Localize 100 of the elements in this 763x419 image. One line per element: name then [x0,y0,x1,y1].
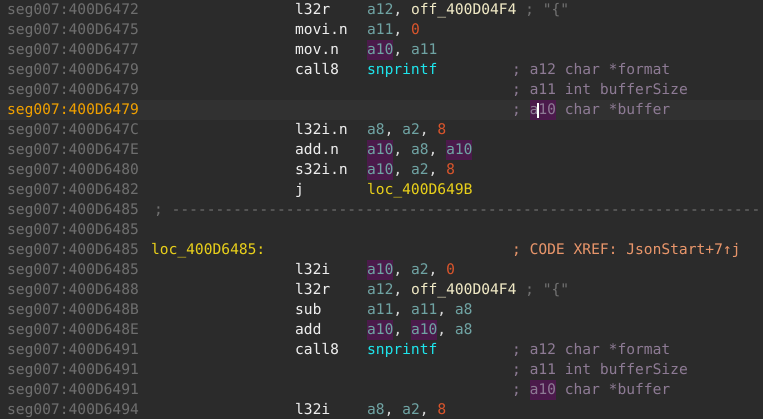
number-operand: 0 [410,20,420,40]
highlighted-register: a10 [410,320,438,340]
line-address: seg007:400D6491 [7,380,140,400]
register-operand: a2 [410,260,429,280]
highlighted-register: a10 [367,140,394,160]
line-address: seg007:400D6485 [7,240,140,260]
argument-comment: ; [512,100,522,120]
register-operand: a12 [367,280,394,300]
argument-comment: ; [512,360,522,380]
register-operand: a2 [402,400,420,419]
instruction-mnemonic: sub [295,301,322,318]
register-operand: a8 [367,120,385,140]
line-address: seg007:400D6477 [7,40,140,60]
instruction-mnemonic: movi.n [295,21,348,38]
register-operand: a8 [410,140,429,160]
operand-separator: , [384,400,394,419]
string-comment: ; "{" [524,280,570,300]
line-address: seg007:400D648E [7,320,140,340]
argument-comment: ; [512,60,522,80]
function-operand: snprintf [367,340,438,360]
operand-separator: , [393,40,404,60]
instruction-mnemonic: l32i [295,401,330,418]
argument-comment: ; [512,80,522,100]
operand-separator: , [393,140,404,160]
highlighted-register: a10 [367,320,394,340]
instruction-mnemonic: call8 [295,61,339,78]
line-address: seg007:400D6479 [7,100,140,120]
xref-comment: ; CODE XREF: JsonStart+7↑j [512,240,740,260]
operand-separator: , [420,400,430,419]
instruction-mnemonic: s32i.n [295,161,348,178]
register-operand: a2 [410,160,429,180]
number-operand: 0 [446,260,455,280]
operand-separator: , [437,300,448,320]
highlighted-register: a10 [367,260,394,280]
register-operand: a8 [454,300,472,320]
register-operand: a8 [367,400,385,419]
argument-comment: ; [512,340,522,360]
register-operand: a11 [410,300,438,320]
line-address: seg007:400D6488 [7,280,140,300]
line-address: seg007:400D648B [7,300,140,320]
symbol-operand: off_400D04F4 [410,280,516,300]
operand-separator: , [393,20,404,40]
highlighted-register: a10 [367,160,394,180]
register-operand: a8 [454,320,472,340]
operand-separator: , [420,120,430,140]
code-label: loc_400D6485: [151,241,266,258]
number-operand: 8 [437,400,446,419]
operand-separator: , [393,260,404,280]
instruction-mnemonic: call8 [295,341,339,358]
line-address: seg007:400D6485 [7,260,140,280]
line-address: seg007:400D6491 [7,340,140,360]
label-operand: loc_400D649B [367,180,472,200]
argument-comment: a12 char *format [530,60,670,80]
argument-comment: a11 int bufferSize [530,80,688,100]
number-operand: 8 [446,160,455,180]
operand-separator: , [428,160,438,180]
highlighted-register: a10 [367,40,394,60]
line-address: seg007:400D6482 [7,180,140,200]
line-address: seg007:400D6485 [7,220,140,240]
instruction-mnemonic: add [295,321,322,338]
line-address: seg007:400D6491 [7,360,140,380]
operand-separator: , [428,260,438,280]
line-address: seg007:400D6494 [7,400,140,419]
separator-comment: ; ------------------------------------------------------------------- [154,200,760,220]
number-operand: 8 [437,120,446,140]
symbol-operand: off_400D04F4 [410,0,516,20]
argument-comment: char *buffer [564,380,670,400]
operand-separator: , [393,0,404,20]
line-address: seg007:400D6475 [7,20,140,40]
string-comment: ; "{" [524,0,570,20]
line-address: seg007:400D6479 [7,80,140,100]
argument-comment: ; [512,380,522,400]
line-address: seg007:400D647E [7,140,140,160]
line-address: seg007:400D6485 [7,200,140,220]
instruction-mnemonic: add.n [295,141,339,158]
line-address: seg007:400D6472 [7,0,140,20]
operand-separator: , [393,320,404,340]
instruction-mnemonic: l32r [295,1,330,18]
register-operand: a11 [367,20,394,40]
highlighted-register: a10 [446,140,472,160]
register-operand: a11 [367,300,394,320]
line-address: seg007:400D6480 [7,160,140,180]
operand-separator: , [437,320,448,340]
operand-separator: , [384,120,394,140]
instruction-mnemonic: j [295,181,304,198]
line-address: seg007:400D6479 [7,60,140,80]
register-operand: a11 [410,40,438,60]
argument-comment: char *buffer [564,100,670,120]
function-operand: snprintf [367,60,438,80]
instruction-mnemonic: l32r [295,281,330,298]
operand-separator: , [393,300,404,320]
instruction-mnemonic: l32i.n [295,121,348,138]
line-address: seg007:400D647C [7,120,140,140]
register-operand: a12 [367,0,394,20]
highlighted-register: a10 [530,380,556,400]
operand-separator: , [393,280,404,300]
operand-separator: , [393,160,404,180]
argument-comment: a12 char *format [530,340,670,360]
register-operand: a2 [402,120,420,140]
operand-separator: , [428,140,438,160]
